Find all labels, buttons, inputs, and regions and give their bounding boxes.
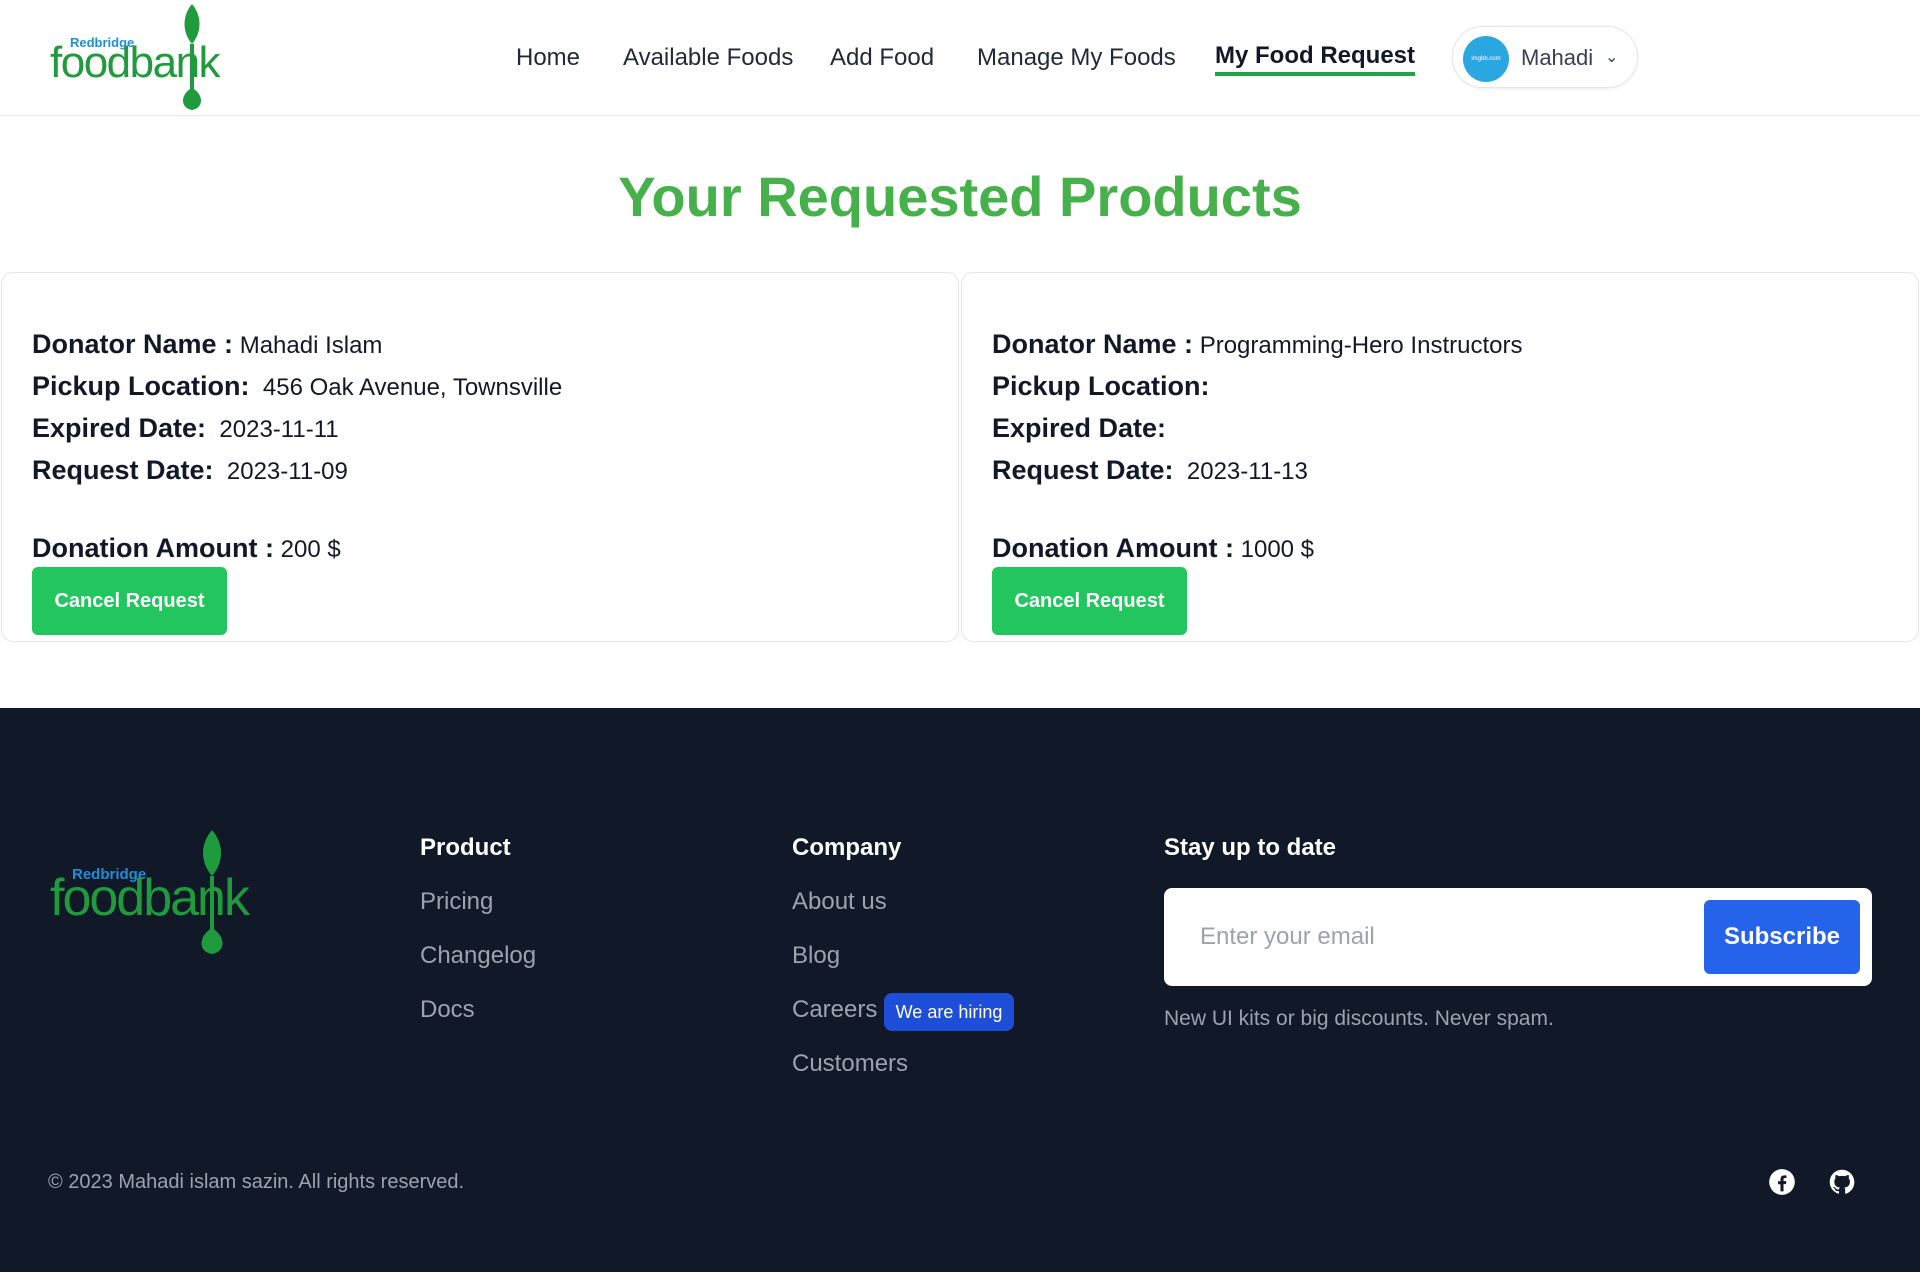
nav-home[interactable]: Home <box>516 44 580 72</box>
avatar: imgbb.com <box>1463 36 1509 82</box>
footer-link-customers[interactable]: Customers <box>792 1050 908 1078</box>
amount-label: Donation Amount : <box>32 533 274 563</box>
footer-link-pricing[interactable]: Pricing <box>420 888 493 916</box>
footer-link-about-us[interactable]: About us <box>792 888 887 916</box>
cancel-request-button[interactable]: Cancel Request <box>32 567 227 635</box>
brand-name: foodbank <box>50 869 250 927</box>
email-input[interactable] <box>1174 900 1690 974</box>
user-menu[interactable]: imgbb.com Mahadi ⌄ <box>1452 26 1638 88</box>
chevron-down-icon: ⌄ <box>1605 49 1619 66</box>
donator-row: Donator Name : Programming-Hero Instruct… <box>992 329 1522 360</box>
expired-value: 2023-11-11 <box>219 416 339 443</box>
amount-row: Donation Amount : 200 $ <box>32 533 341 564</box>
expired-row: Expired Date: 2023-11-11 <box>32 413 339 444</box>
nav-my-food-request[interactable]: My Food Request <box>1215 42 1416 76</box>
donator-value: Mahadi Islam <box>239 332 383 359</box>
pickup-value: 456 Oak Avenue, Townsville <box>262 374 563 401</box>
brand-name: foodbank <box>50 38 221 87</box>
brand-logo[interactable]: Redbridge foodbank <box>50 2 250 112</box>
nav-add-food[interactable]: Add Food <box>830 44 934 72</box>
footer-company-heading: Company <box>792 834 902 861</box>
nav-manage-my-foods[interactable]: Manage My Foods <box>977 44 1176 72</box>
request-date-value: 2023-11-13 <box>1186 458 1308 485</box>
pickup-row: Pickup Location: 456 Oak Avenue, Townsvi… <box>32 371 562 402</box>
amount-value: 200 $ <box>280 536 341 563</box>
newsletter-form: Subscribe <box>1164 888 1872 986</box>
amount-value: 1000 $ <box>1240 536 1315 563</box>
amount-row: Donation Amount : 1000 $ <box>992 533 1314 564</box>
github-icon[interactable] <box>1828 1168 1856 1196</box>
footer-newsletter-heading: Stay up to date <box>1164 834 1337 861</box>
pickup-label: Pickup Location: <box>32 371 250 401</box>
footer-link-blog[interactable]: Blog <box>792 942 840 970</box>
request-date-label: Request Date: <box>992 455 1174 485</box>
expired-label: Expired Date: <box>32 413 207 443</box>
pickup-row: Pickup Location: <box>992 371 1216 402</box>
request-date-label: Request Date: <box>32 455 214 485</box>
copyright-text: © 2023 Mahadi islam sazin. All rights re… <box>48 1171 465 1193</box>
newsletter-note: New UI kits or big discounts. Never spam… <box>1164 1007 1554 1030</box>
subscribe-button[interactable]: Subscribe <box>1704 900 1860 974</box>
donator-row: Donator Name : Mahadi Islam <box>32 329 382 360</box>
footer-link-docs[interactable]: Docs <box>420 996 475 1024</box>
donator-value: Programming-Hero Instructors <box>1199 332 1523 359</box>
facebook-icon[interactable] <box>1768 1168 1796 1196</box>
nav-available-foods[interactable]: Available Foods <box>623 44 793 72</box>
expired-label: Expired Date: <box>992 413 1167 443</box>
cancel-request-button[interactable]: Cancel Request <box>992 567 1187 635</box>
hiring-badge: We are hiring <box>884 993 1014 1031</box>
footer-link-careers[interactable]: Careers <box>792 996 877 1024</box>
request-card: Donator Name : Mahadi Islam Pickup Locat… <box>1 272 959 642</box>
amount-label: Donation Amount : <box>992 533 1234 563</box>
footer-product-heading: Product <box>420 834 511 861</box>
pickup-label: Pickup Location: <box>992 371 1210 401</box>
request-date-value: 2023-11-09 <box>226 458 348 485</box>
donator-label: Donator Name : <box>992 329 1194 359</box>
request-card: Donator Name : Programming-Hero Instruct… <box>961 272 1919 642</box>
expired-row: Expired Date: <box>992 413 1173 444</box>
request-date-row: Request Date: 2023-11-09 <box>32 455 348 486</box>
user-name: Mahadi <box>1521 45 1594 70</box>
page-title: Your Requested Products <box>618 165 1302 228</box>
site-header: Redbridge foodbank Home Available Foods … <box>0 0 1920 116</box>
request-date-row: Request Date: 2023-11-13 <box>992 455 1308 486</box>
donator-label: Donator Name : <box>32 329 234 359</box>
footer-logo[interactable]: Redbridge foodbank <box>50 828 280 958</box>
footer-link-changelog[interactable]: Changelog <box>420 942 536 970</box>
